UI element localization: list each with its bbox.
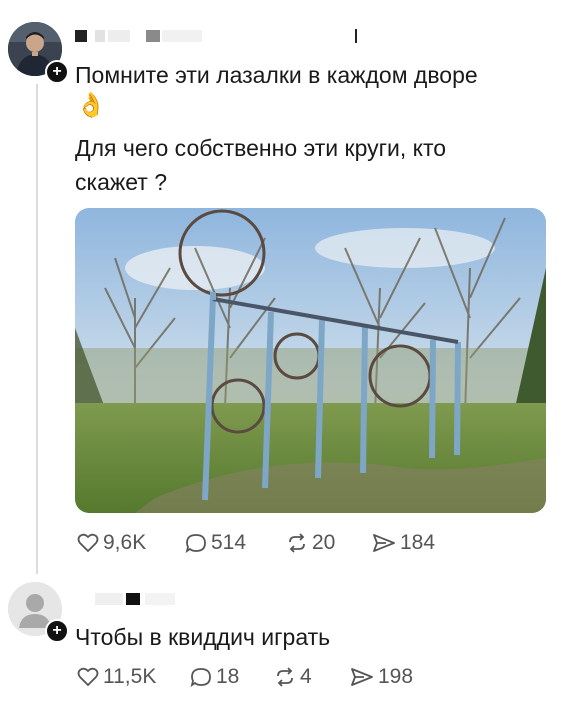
heart-icon: [77, 667, 99, 687]
send-icon: [373, 534, 395, 552]
comment-bubble-icon: [190, 668, 211, 687]
ok-hand-emoji: 👌: [76, 92, 106, 119]
reply-share-button[interactable]: 198: [350, 665, 413, 689]
like-button[interactable]: 9,6K: [77, 531, 146, 555]
repost-icon: [277, 667, 293, 687]
username-redacted: [146, 30, 160, 42]
reply-comment-button[interactable]: 18: [190, 665, 239, 689]
like-count: 9,6K: [103, 531, 147, 554]
comment-bubble-icon: [185, 534, 206, 553]
reply-like-count: 11,5K: [103, 665, 157, 688]
thread-line: [36, 84, 38, 574]
post-text-line1: Помните эти лазалки в каждом дворе: [75, 62, 478, 88]
reply-share-count: 198: [378, 665, 414, 688]
reply-repost-count: 4: [300, 665, 312, 688]
follow-plus-icon[interactable]: +: [45, 619, 69, 643]
username-redacted: [162, 30, 202, 42]
username-redacted: [108, 30, 130, 42]
comment-count: 514: [211, 531, 247, 554]
repost-button[interactable]: 20: [286, 531, 335, 555]
post-photo[interactable]: [75, 208, 546, 513]
username-redacted: [126, 593, 140, 605]
share-button[interactable]: 184: [372, 531, 435, 555]
follow-plus-icon[interactable]: +: [45, 60, 69, 84]
username-redacted: [95, 593, 123, 605]
comment-button[interactable]: 514: [185, 531, 246, 555]
repost-icon: [289, 533, 305, 553]
send-icon: [351, 668, 373, 686]
username-redacted: [75, 30, 87, 42]
playground-photo: [75, 208, 546, 513]
username-redacted: [355, 29, 357, 43]
repost-count: 20: [312, 531, 336, 554]
reply-like-button[interactable]: 11,5K: [77, 665, 156, 689]
username-redacted: [145, 593, 175, 605]
reply-text: Чтобы в квиддич играть: [75, 624, 331, 650]
reply-repost-button[interactable]: 4: [274, 665, 312, 689]
post-text-line2: Для чего собственно эти круги, кто: [75, 135, 447, 161]
post-text-line3: скажет ?: [75, 169, 167, 195]
heart-icon: [77, 533, 99, 553]
share-count: 184: [400, 531, 436, 554]
reply-comment-count: 18: [216, 665, 240, 688]
username-redacted: [95, 30, 105, 42]
